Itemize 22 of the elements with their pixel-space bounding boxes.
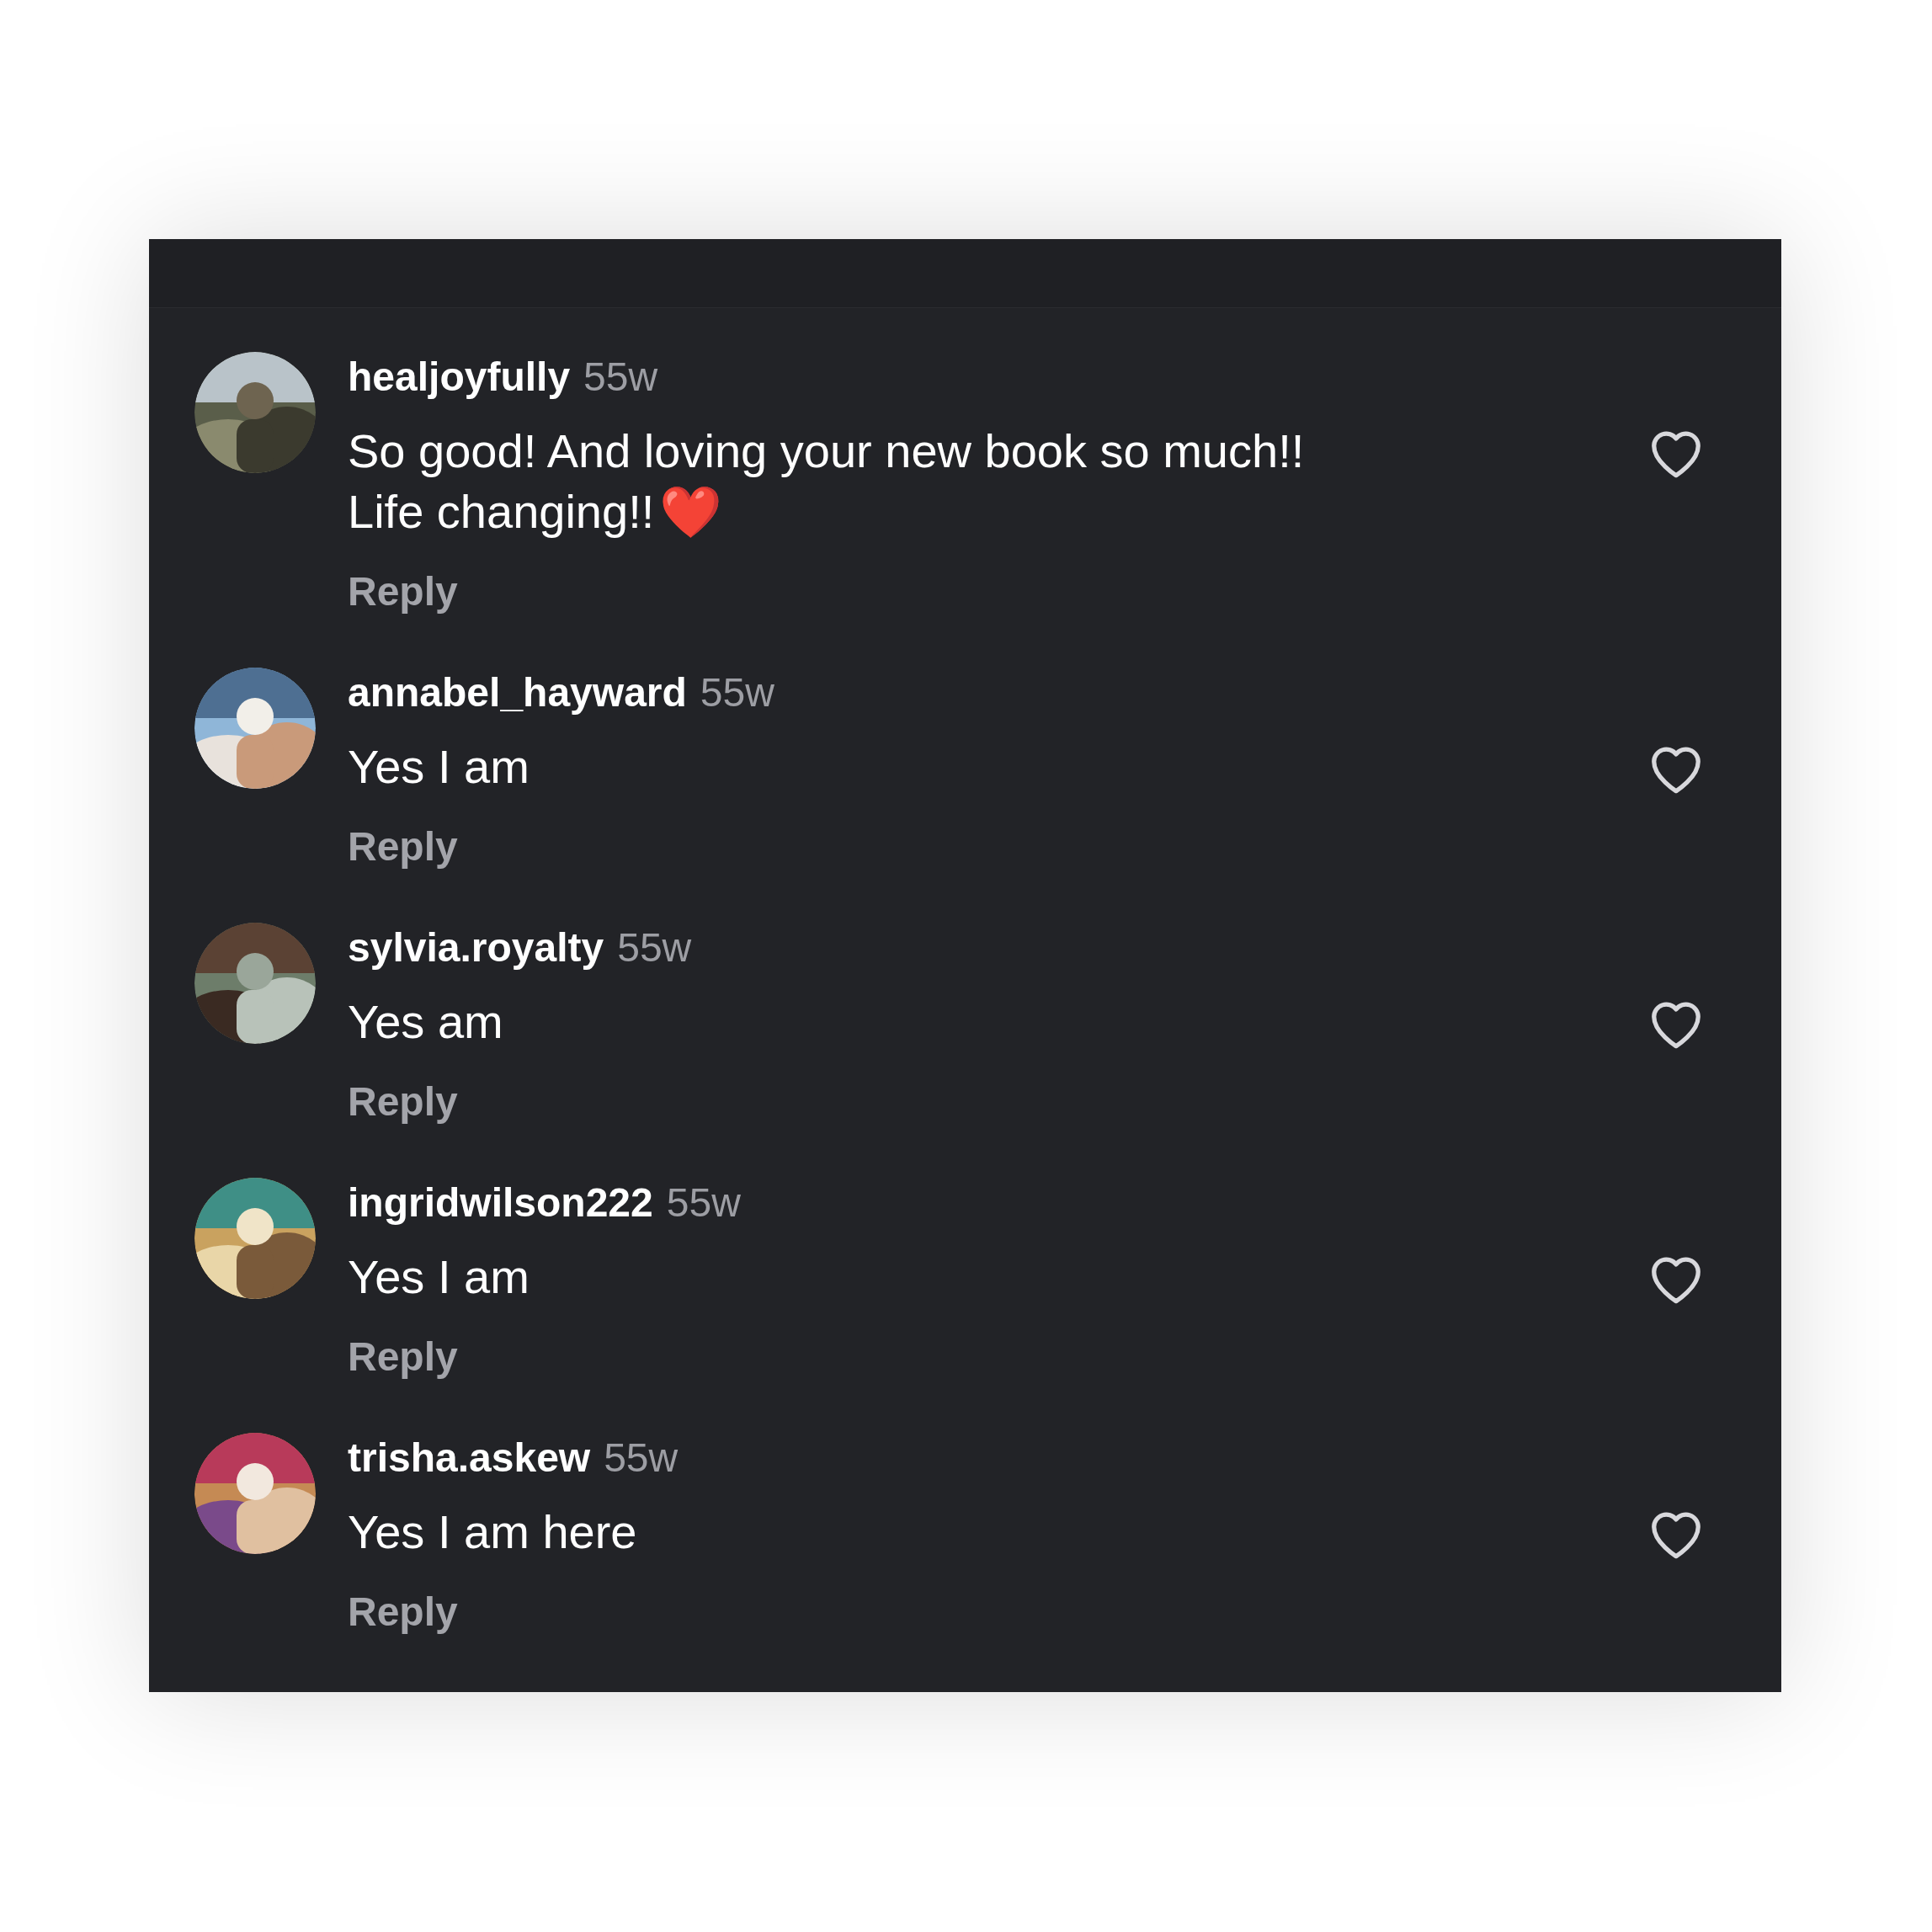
comment-text: Yes am xyxy=(348,994,503,1050)
comment-text: Yes I am xyxy=(348,739,530,795)
reply-link[interactable]: Reply xyxy=(348,822,458,872)
username[interactable]: sylvia.royalty xyxy=(348,923,604,973)
heart-emoji: ❤ xyxy=(659,482,723,542)
username[interactable]: annabel_hayward xyxy=(348,668,687,718)
timestamp: 55w xyxy=(604,1434,679,1482)
reply-link[interactable]: Reply xyxy=(348,1077,458,1127)
username[interactable]: trisha.askew xyxy=(348,1433,591,1483)
timestamp: 55w xyxy=(617,924,692,971)
comment-text: Yes I am xyxy=(348,1249,530,1305)
reply-link[interactable]: Reply xyxy=(348,1332,458,1382)
comment-text: Life changing!! xyxy=(348,484,655,540)
timestamp: 55w xyxy=(583,354,658,401)
username[interactable]: healjoyfully xyxy=(348,352,571,402)
reply-link[interactable]: Reply xyxy=(348,1587,458,1637)
comment-text: Yes I am here xyxy=(348,1504,637,1560)
reply-link[interactable]: Reply xyxy=(348,567,458,617)
comment-text: So good! And loving your new book so much!! xyxy=(348,423,1305,479)
timestamp: 55w xyxy=(700,669,774,716)
timestamp: 55w xyxy=(666,1179,741,1227)
username[interactable]: ingridwilson222 xyxy=(348,1178,653,1228)
